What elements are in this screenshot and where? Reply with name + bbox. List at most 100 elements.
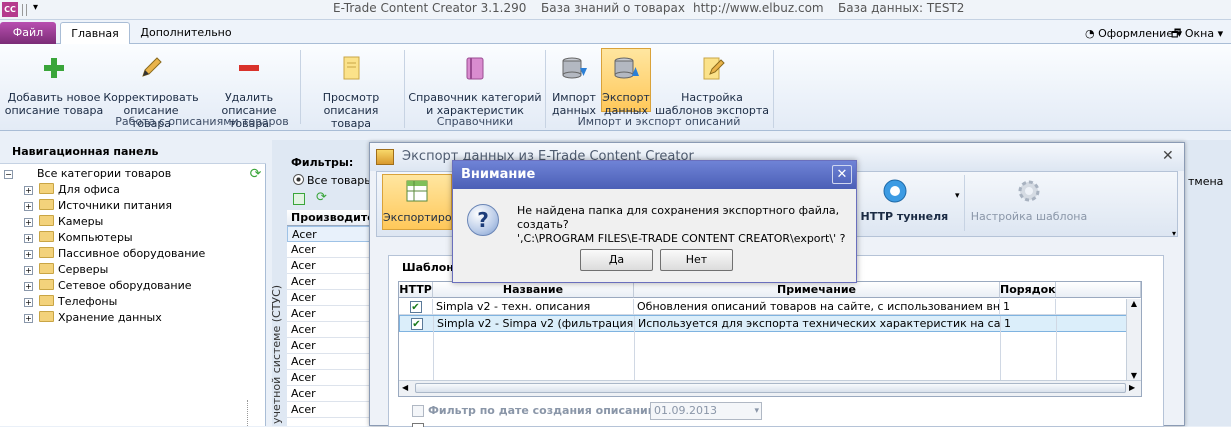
export-data-button[interactable]: Экспорт данных xyxy=(601,48,651,117)
import-data-button[interactable]: Импорт данных xyxy=(548,54,600,117)
tree-item-label: Сетевое оборудование xyxy=(58,279,192,292)
expand-icon[interactable]: + xyxy=(24,202,33,211)
alert-message: Не найдена папка для сохранения экспортн… xyxy=(517,204,852,246)
chevron-down-icon[interactable]: ▾ xyxy=(1172,229,1176,238)
qat-divider xyxy=(22,4,23,16)
tree-scrollbar[interactable] xyxy=(247,400,264,426)
manufacturer-cell[interactable]: Acer xyxy=(287,290,372,306)
tree-item-label: Источники питания xyxy=(58,199,172,212)
column-header-note[interactable]: Примечание xyxy=(634,282,1000,298)
refresh-icon[interactable]: ⟳ xyxy=(316,190,327,205)
manufacturer-cell[interactable]: Acer xyxy=(287,226,372,242)
catalog-button[interactable]: Справочник категорий и характеристик xyxy=(408,54,542,117)
refresh-icon[interactable]: ⟳ xyxy=(247,166,264,184)
tree-item-label: Телефоны xyxy=(58,295,118,308)
minus-icon xyxy=(239,65,259,71)
group-separator xyxy=(300,50,301,124)
window-url: http://www.elbuz.com xyxy=(693,1,824,15)
no-button[interactable]: Нет xyxy=(660,249,733,271)
scroll-left-icon[interactable]: ◀ xyxy=(402,383,408,392)
chevron-down-icon[interactable]: ▾ xyxy=(754,403,759,419)
expand-icon[interactable]: + xyxy=(24,314,33,323)
group-separator xyxy=(404,50,405,128)
date-filter-checkbox[interactable] xyxy=(412,405,424,417)
folder-icon xyxy=(39,231,54,242)
expand-icon[interactable]: + xyxy=(24,218,33,227)
tab-file[interactable]: Файл xyxy=(0,22,56,44)
tree-item[interactable]: + Хранение данных xyxy=(4,310,248,326)
tree-root[interactable]: − Все категории товаров xyxy=(4,166,248,182)
folder-icon xyxy=(39,279,54,290)
checkbox[interactable] xyxy=(412,423,424,427)
tree-item[interactable]: + Камеры xyxy=(4,214,248,230)
all-products-radio[interactable]: Все товары xyxy=(293,172,373,190)
column-header-http[interactable]: HTTP xyxy=(399,282,433,298)
collapse-icon[interactable]: − xyxy=(4,170,13,179)
tree-item[interactable]: + Сетевое оборудование xyxy=(4,278,248,294)
date-filter-input[interactable]: 01.09.2013 ▾ xyxy=(650,402,762,420)
template-settings-button[interactable]: Настройка шаблона xyxy=(970,177,1088,227)
checkbox[interactable]: ✔ xyxy=(410,318,423,330)
order-cell: 1 xyxy=(1000,299,1056,315)
filters-label: Фильтры: xyxy=(291,156,354,169)
manufacturer-cell[interactable]: Acer xyxy=(287,370,372,386)
manufacturer-cell[interactable]: Acer xyxy=(287,386,372,402)
grid-export-icon[interactable] xyxy=(293,193,305,205)
scroll-right-icon[interactable]: ▶ xyxy=(1129,383,1135,392)
checkbox[interactable]: ✔ xyxy=(409,301,422,313)
alert-title: Внимание xyxy=(453,161,856,189)
export-run-button[interactable]: Экспортиро xyxy=(382,174,452,230)
manufacturer-cell[interactable]: Acer xyxy=(287,402,372,418)
expand-icon[interactable]: + xyxy=(24,234,33,243)
tree-item[interactable]: + Пассивное оборудование xyxy=(4,246,248,262)
yes-button[interactable]: Да xyxy=(580,249,653,271)
column-header-name[interactable]: Название xyxy=(433,282,634,298)
manufacturer-cell[interactable]: Acer xyxy=(287,322,372,338)
radio-icon xyxy=(293,174,304,185)
button-label: Настройка xyxy=(681,91,743,104)
vertical-caption-text: учетной системе (СТУС) xyxy=(270,284,283,424)
scroll-thumb[interactable] xyxy=(415,383,1126,393)
manufacturer-cell[interactable]: Acer xyxy=(287,258,372,274)
gear-icon xyxy=(1018,180,1040,202)
close-icon[interactable]: ✕ xyxy=(1162,148,1174,164)
manufacturer-cell[interactable]: Acer xyxy=(287,242,372,258)
add-description-button[interactable]: Добавить новое описание товара xyxy=(4,54,104,117)
manufacturer-cell[interactable]: Acer xyxy=(287,354,372,370)
column-header-order[interactable]: Порядок xyxy=(1000,282,1056,298)
expand-icon[interactable]: + xyxy=(24,250,33,259)
table-row-selected[interactable]: ✔ Simpla v2 - Simpa v2 (фильтрация) Испо… xyxy=(399,315,1141,332)
expand-icon[interactable]: + xyxy=(24,298,33,307)
tree-item[interactable]: + Телефоны xyxy=(4,294,248,310)
manufacturer-cell[interactable]: Acer xyxy=(287,338,372,354)
scroll-down-icon[interactable]: ▼ xyxy=(1127,371,1141,380)
tree-item-label: Камеры xyxy=(58,215,104,228)
tree-item[interactable]: + Серверы xyxy=(4,262,248,278)
table-horizontal-scrollbar[interactable]: ◀ ▶ xyxy=(399,380,1141,396)
table-vertical-scrollbar[interactable]: ▲ ▼ xyxy=(1126,299,1141,380)
expand-icon[interactable]: + xyxy=(24,282,33,291)
chevron-down-icon[interactable]: ▾ xyxy=(955,191,960,201)
button-label: Справочник категорий xyxy=(408,91,542,104)
column-header-empty xyxy=(1056,282,1141,298)
export-templates-button[interactable]: Настройка шаблонов экспорта xyxy=(654,54,770,117)
tab-home[interactable]: Главная xyxy=(60,22,130,45)
tree-item[interactable]: + Для офиса xyxy=(4,182,248,198)
scroll-up-icon[interactable]: ▲ xyxy=(1127,299,1141,308)
windows-menu[interactable]: 🗗 Окна ▾ xyxy=(1171,25,1223,44)
manufacturer-cell[interactable]: Acer xyxy=(287,274,372,290)
manufacturer-cell[interactable]: Acer xyxy=(287,306,372,322)
tab-additional[interactable]: Дополнительно xyxy=(138,22,234,45)
toolbar-separator xyxy=(964,175,965,231)
tree-item[interactable]: + Компьютеры xyxy=(4,230,248,246)
table-row[interactable]: ✔ Simpla v2 - техн. описания Обновления … xyxy=(399,299,1141,315)
qat-dropdown-icon[interactable]: ▾ xyxy=(33,2,38,13)
close-icon[interactable]: ✕ xyxy=(832,165,852,184)
folder-icon xyxy=(39,263,54,274)
expand-icon[interactable]: + xyxy=(24,266,33,275)
tree-item[interactable]: + Источники питания xyxy=(4,198,248,214)
app-icon[interactable]: CC xyxy=(2,2,18,17)
expand-icon[interactable]: + xyxy=(24,186,33,195)
navigation-panel-title: Навигационная панель xyxy=(0,140,266,164)
style-menu[interactable]: ◔ Оформление ▾ xyxy=(1085,27,1182,40)
